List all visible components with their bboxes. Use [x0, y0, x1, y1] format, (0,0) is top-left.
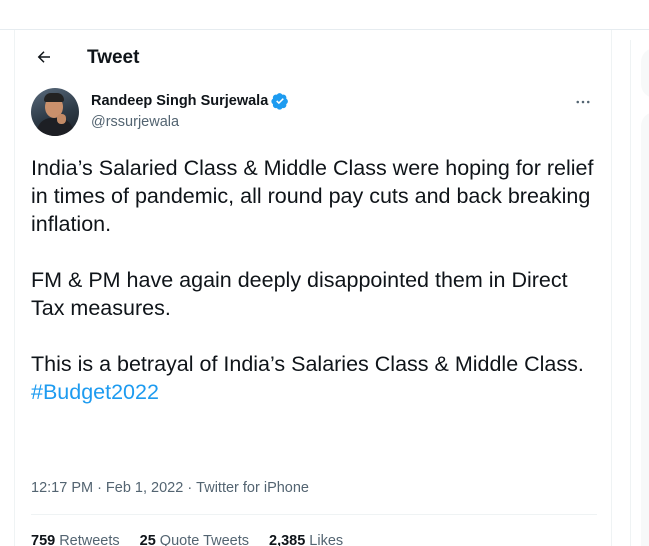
tweet-paragraph: This is a betrayal of India’s Salaries C…	[31, 352, 584, 376]
back-button[interactable]	[27, 40, 61, 74]
arrow-left-icon	[37, 51, 50, 63]
author-handle[interactable]: @rssurjewala	[91, 114, 179, 130]
page-title: Tweet	[87, 47, 140, 68]
quote-tweets-stat[interactable]: 25 Quote Tweets	[140, 533, 249, 546]
tweet-header: Tweet	[15, 30, 611, 83]
separator-dot: ·	[97, 480, 102, 496]
right-sidebar	[630, 40, 649, 546]
tweet-paragraph: India’s Salaried Class & Middle Class we…	[31, 156, 594, 236]
tweet-text: India’s Salaried Class & Middle Class we…	[31, 154, 603, 406]
retweets-count: 759	[31, 533, 56, 546]
tweet-date[interactable]: Feb 1, 2022	[106, 480, 183, 496]
verified-badge-icon	[271, 93, 289, 110]
retweets-label: Retweets	[59, 533, 120, 546]
tweet-time[interactable]: 12:17 PM	[31, 480, 93, 496]
author-name-row[interactable]: Randeep Singh Surjewala	[91, 92, 289, 110]
tweet-column: Tweet Randeep Singh Surjewala @rssurjewa…	[14, 30, 612, 546]
more-horizontal-icon	[576, 100, 590, 104]
avatar[interactable]	[31, 88, 79, 136]
likes-label: Likes	[309, 533, 344, 546]
hashtag-link[interactable]: #Budget2022	[31, 380, 159, 404]
quote-tweets-label: Quote Tweets	[159, 533, 249, 546]
likes-count: 2,385	[269, 533, 306, 546]
tweet-paragraph: FM & PM have again deeply disappointed t…	[31, 268, 568, 320]
tweet-source[interactable]: Twitter for iPhone	[196, 480, 309, 496]
divider	[31, 514, 597, 515]
quote-tweets-count: 25	[139, 533, 156, 546]
tweet-stats: 759 Retweets 25 Quote Tweets 2,385 Likes	[31, 533, 343, 546]
trends-panel	[641, 112, 649, 546]
separator-dot: ·	[187, 480, 193, 496]
more-options-button[interactable]	[569, 90, 597, 114]
tweet-author: Randeep Singh Surjewala @rssurjewala	[31, 88, 597, 138]
retweets-stat[interactable]: 759 Retweets	[31, 533, 120, 546]
search-panel[interactable]	[641, 48, 649, 98]
author-display-name[interactable]: Randeep Singh Surjewala	[91, 93, 268, 109]
tweet-metadata: 12:17 PM · Feb 1, 2022 · Twitter for iPh…	[31, 480, 309, 496]
likes-stat[interactable]: 2,385 Likes	[269, 533, 343, 546]
